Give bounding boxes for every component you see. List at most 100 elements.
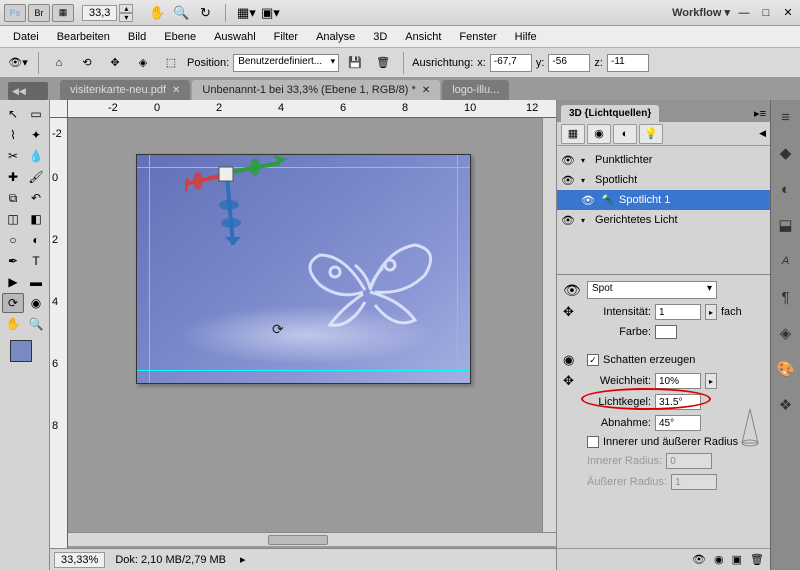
document-canvas[interactable]: ⟳ — [136, 154, 471, 384]
cone-input[interactable]: 31.5° — [655, 394, 701, 410]
close-button[interactable]: ✕ — [780, 6, 796, 20]
3d-camera-tool[interactable]: ◉ — [25, 293, 47, 313]
tab-unbenannt[interactable]: Unbenannt-1 bei 33,3% (Ebene 1, RGB/8) *… — [192, 80, 440, 100]
scrollbar-vertical[interactable] — [542, 118, 556, 532]
visibility-icon[interactable]: 👁 — [581, 194, 597, 207]
filter-scene-icon[interactable]: ▦ — [561, 124, 585, 144]
status-menu-icon[interactable]: ▸ — [240, 553, 246, 566]
rotate-view-icon[interactable]: ↻ — [195, 4, 215, 22]
falloff-input[interactable]: 45° — [655, 415, 701, 431]
blur-tool[interactable]: ○ — [2, 230, 24, 250]
dock-adjustments-icon[interactable]: ⬓ — [775, 214, 797, 236]
z-input[interactable]: -11 — [607, 54, 649, 72]
hand-icon[interactable]: ✋ — [147, 4, 167, 22]
light-type-dropdown[interactable]: Spot — [587, 281, 717, 299]
filter-mesh-icon[interactable]: ◉ — [587, 124, 611, 144]
type-tool[interactable]: T — [25, 251, 47, 271]
inner-outer-checkbox[interactable] — [587, 436, 599, 448]
3d-rotate-tool[interactable]: ⟳ — [2, 293, 24, 313]
path-select-tool[interactable]: ▶ — [2, 272, 24, 292]
close-icon[interactable]: ✕ — [422, 85, 430, 96]
toggle-lights-icon[interactable]: 👁 — [692, 553, 706, 566]
close-icon[interactable]: ✕ — [172, 85, 180, 96]
tab-logo[interactable]: logo-illu... — [442, 80, 509, 100]
dock-swatches-icon[interactable]: ◐ — [775, 178, 797, 200]
position-dropdown[interactable]: Benutzerdefiniert... — [233, 54, 339, 72]
guide-horizontal[interactable] — [137, 370, 470, 371]
panel-collapse-icon[interactable]: ◀ — [759, 128, 766, 139]
crop-tool[interactable]: ✂ — [2, 146, 24, 166]
lasso-tool[interactable]: ⌇ — [2, 125, 24, 145]
visibility-icon[interactable]: 👁 — [561, 214, 577, 227]
mini-bridge-icon[interactable]: ▦ — [52, 4, 74, 22]
intensity-input[interactable]: 1 — [655, 304, 701, 320]
menu-ansicht[interactable]: Ansicht — [396, 28, 450, 46]
move-tool[interactable]: ↖ — [2, 104, 24, 124]
filter-material-icon[interactable]: ◐ — [613, 124, 637, 144]
menu-auswahl[interactable]: Auswahl — [205, 28, 265, 46]
guide-horizontal[interactable] — [137, 167, 470, 168]
menu-datei[interactable]: Datei — [4, 28, 48, 46]
shadow-checkbox[interactable]: ✓ — [587, 354, 599, 366]
light-guides-icon[interactable]: ◉ — [714, 553, 724, 566]
home-icon[interactable]: ⌂ — [47, 52, 71, 74]
menu-bearbeiten[interactable]: Bearbeiten — [48, 28, 119, 46]
zoom-value[interactable]: 33,3 — [82, 5, 117, 21]
zoom-up-button[interactable]: ▴ — [119, 4, 133, 13]
menu-fenster[interactable]: Fenster — [450, 28, 505, 46]
save-view-icon[interactable]: 💾 — [343, 52, 367, 74]
filter-light-icon[interactable]: 💡 — [639, 124, 663, 144]
panel-tab-3d-lights[interactable]: 3D {Lichtquellen} — [561, 105, 659, 122]
y-input[interactable]: -56 — [548, 54, 590, 72]
delete-light-icon[interactable]: 🗑 — [750, 553, 764, 566]
dock-character-icon[interactable]: A — [775, 250, 797, 272]
slide-3d-icon[interactable]: ◈ — [131, 52, 155, 74]
wand-tool[interactable]: ✦ — [25, 125, 47, 145]
color-swatches[interactable] — [10, 340, 38, 368]
menu-3d[interactable]: 3D — [364, 28, 396, 46]
status-zoom[interactable]: 33,33% — [54, 552, 105, 568]
zoom-tool[interactable]: 🔍 — [25, 314, 47, 334]
dock-history-icon[interactable]: ≡ — [775, 106, 797, 128]
scale-3d-icon[interactable]: ⬚ — [159, 52, 183, 74]
new-light-icon[interactable]: ▣ — [732, 553, 742, 566]
history-brush-tool[interactable]: ↶ — [25, 188, 47, 208]
heal-tool[interactable]: ✚ — [2, 167, 24, 187]
dock-paragraph-icon[interactable]: ¶ — [775, 286, 797, 308]
color-swatch[interactable] — [655, 325, 677, 339]
menu-filter[interactable]: Filter — [265, 28, 307, 46]
x-input[interactable]: -67,7 — [490, 54, 532, 72]
stamp-tool[interactable]: ⧉ — [2, 188, 24, 208]
canvas[interactable]: ⟳ — [68, 118, 542, 530]
tree-item-spotlicht-1[interactable]: 👁🔦Spotlicht 1 — [557, 190, 770, 210]
scrollbar-horizontal[interactable] — [68, 532, 556, 546]
softness-stepper[interactable]: ▸ — [705, 373, 717, 389]
brush-tool[interactable]: 🖌 — [25, 167, 47, 187]
eraser-tool[interactable]: ◫ — [2, 209, 24, 229]
shape-tool[interactable]: ▬ — [25, 272, 47, 292]
ruler-horizontal[interactable]: -2024681012 — [68, 100, 556, 118]
bridge-icon[interactable]: Br — [28, 4, 50, 22]
intensity-stepper[interactable]: ▸ — [705, 304, 717, 320]
dodge-tool[interactable]: ◐ — [25, 230, 47, 250]
visibility-icon[interactable]: 👁 — [561, 174, 577, 187]
visibility-icon[interactable]: 👁 — [561, 154, 577, 167]
menu-analyse[interactable]: Analyse — [307, 28, 364, 46]
gradient-tool[interactable]: ◧ — [25, 209, 47, 229]
screen-mode-icon[interactable]: ▣▾ — [260, 4, 280, 22]
guide-vertical[interactable] — [457, 155, 458, 383]
eyedropper-tool[interactable]: 💧 — [25, 146, 47, 166]
workspace-switcher[interactable]: Workflow ▾ — [672, 6, 730, 19]
zoom-down-button[interactable]: ▾ — [119, 13, 133, 22]
maximize-button[interactable]: □ — [758, 6, 774, 20]
arrange-docs-icon[interactable]: ▦▾ — [236, 4, 256, 22]
tree-item-gerichtetes-licht[interactable]: 👁▾Gerichtetes Licht — [557, 210, 770, 230]
tree-item-spotlicht[interactable]: 👁▾Spotlicht — [557, 170, 770, 190]
zoom-tool-icon[interactable]: 🔍 — [171, 4, 191, 22]
menu-ebene[interactable]: Ebene — [155, 28, 205, 46]
minimize-button[interactable]: — — [736, 6, 752, 20]
pan-3d-icon[interactable]: ✥ — [103, 52, 127, 74]
ruler-vertical[interactable]: -202468 — [50, 118, 68, 570]
current-tool-icon[interactable]: 👁▾ — [6, 52, 30, 74]
menu-bild[interactable]: Bild — [119, 28, 155, 46]
